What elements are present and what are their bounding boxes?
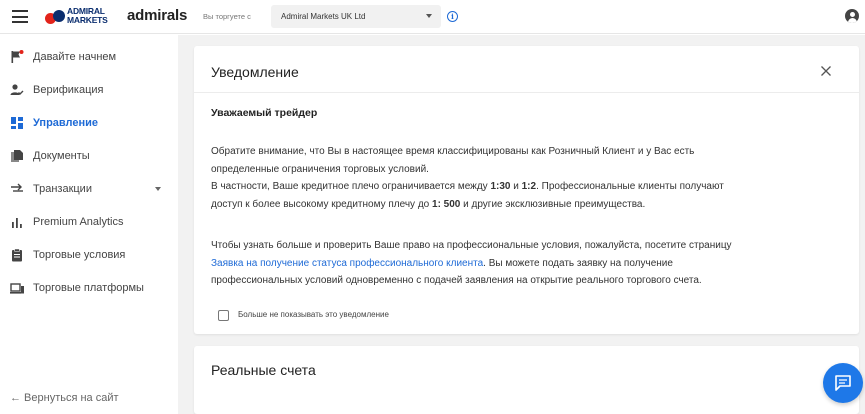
dont-show-again-label[interactable]: Больше не показывать это уведомление [238, 310, 389, 319]
sidebar-item-premium-analytics[interactable]: Premium Analytics [0, 210, 178, 234]
trading-entity-select[interactable]: Admiral Markets UK Ltd [271, 5, 441, 28]
sidebar-item-documents[interactable]: Документы [0, 144, 178, 168]
bar-chart-icon [12, 218, 22, 228]
sidebar-item-verification[interactable]: Верификация [0, 78, 178, 102]
sidebar-item-trading-conditions[interactable]: Торговые условия [0, 243, 178, 267]
user-check-icon [10, 84, 24, 95]
sidebar-item-dashboard[interactable]: Управление [0, 111, 178, 135]
chevron-down-icon [155, 187, 161, 191]
real-accounts-title: Реальные счета [211, 362, 316, 378]
trading-entity-value: Admiral Markets UK Ltd [281, 12, 366, 21]
main-content: Уведомление Уважаемый трейдер Обратите в… [178, 35, 865, 414]
dont-show-again-checkbox[interactable] [218, 310, 229, 321]
sidebar-item-label: Давайте начнем [33, 51, 117, 63]
brand-name[interactable]: admirals [127, 7, 187, 24]
divider [194, 92, 859, 93]
transfer-icon [11, 183, 23, 192]
notification-title: Уведомление [211, 64, 299, 80]
documents-icon [11, 150, 23, 162]
account-icon[interactable] [845, 9, 859, 23]
notice-paragraph-2: Чтобы узнать больше и проверить Ваше пра… [211, 240, 732, 286]
flag-icon [11, 50, 24, 63]
notice-paragraph-1: Обратите внимание, что Вы в настоящее вр… [211, 146, 724, 210]
sidebar-item-label: Premium Analytics [33, 216, 124, 228]
menu-icon[interactable] [12, 10, 28, 23]
sidebar-item-label: Торговые платформы [33, 282, 144, 294]
real-accounts-card: Реальные счета [194, 346, 859, 414]
clipboard-icon [12, 248, 22, 262]
chevron-down-icon [426, 14, 432, 18]
top-bar: ADMIRAL MARKETS admirals Вы торгуете с A… [0, 0, 865, 34]
sidebar-item-transactions[interactable]: Транзакции [0, 177, 178, 201]
back-to-site-link[interactable]: ← Вернуться на сайт [10, 392, 119, 404]
notification-card: Уведомление Уважаемый трейдер Обратите в… [194, 46, 859, 334]
sidebar: Давайте начнем Верификация Управление До… [0, 35, 178, 414]
sidebar-item-label: Транзакции [33, 183, 92, 195]
sidebar-item-label: Торговые условия [33, 249, 126, 261]
sidebar-item-trading-platforms[interactable]: Торговые платформы [0, 276, 178, 300]
dashboard-icon [11, 117, 23, 129]
sidebar-item-get-started[interactable]: Давайте начнем [0, 45, 178, 69]
trading-entity-label: Вы торгуете с [203, 12, 251, 21]
chat-button[interactable] [823, 363, 863, 403]
chat-icon [835, 375, 851, 391]
sidebar-item-label: Управление [33, 117, 99, 129]
close-icon[interactable] [820, 65, 832, 77]
sidebar-item-label: Верификация [33, 84, 104, 96]
sidebar-item-label: Документы [33, 150, 90, 162]
info-icon[interactable]: i [447, 11, 458, 22]
laptop-icon [10, 283, 24, 294]
professional-status-link[interactable]: Заявка на получение статуса профессионал… [211, 258, 483, 269]
greeting: Уважаемый трейдер [211, 107, 318, 119]
admiral-markets-logo-text: ADMIRAL MARKETS [67, 6, 108, 25]
